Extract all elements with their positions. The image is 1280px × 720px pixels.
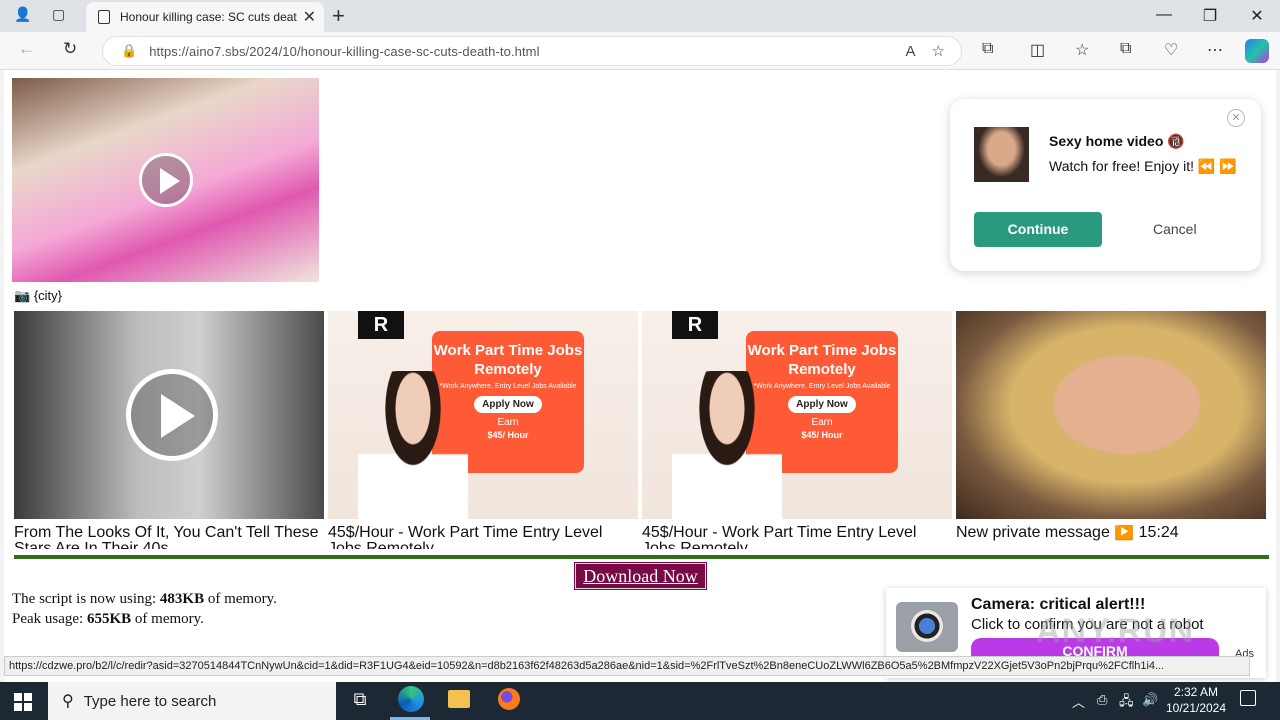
person-image: [672, 371, 782, 519]
split-screen-icon[interactable]: ◫: [1030, 40, 1045, 60]
close-tab-icon[interactable]: ✕: [303, 7, 316, 27]
browser-essentials-icon[interactable]: ♡: [1164, 40, 1178, 60]
ad-image[interactable]: [14, 311, 324, 519]
tab-active[interactable]: Honour killing case: SC cuts deat ✕: [86, 2, 324, 32]
ad-card[interactable]: From The Looks Of It, You Can't Tell The…: [14, 311, 324, 549]
watermark-logo: ANY.RUN: [1036, 612, 1195, 650]
chevron-up-icon[interactable]: ︿: [1072, 692, 1085, 711]
taskbar-search[interactable]: ⚲ Type here to search: [48, 682, 336, 720]
device-icon[interactable]: ⎙: [1097, 692, 1107, 708]
profile-icon[interactable]: 👤: [14, 6, 31, 23]
continue-button[interactable]: Continue: [974, 212, 1102, 247]
favorite-star-icon[interactable]: ☆: [932, 42, 945, 60]
ad-image[interactable]: [956, 311, 1266, 519]
ad-card[interactable]: R Work Part Time Jobs Remotely *Work Any…: [328, 311, 638, 549]
read-aloud-icon[interactable]: A: [906, 43, 916, 60]
search-placeholder[interactable]: Type here to search: [84, 693, 217, 710]
divider: [14, 555, 1269, 559]
ad-card[interactable]: R Work Part Time Jobs Remotely *Work Any…: [642, 311, 952, 549]
camera-icon: [896, 602, 958, 652]
close-icon[interactable]: ✕: [1227, 109, 1245, 127]
firefox-icon[interactable]: [498, 688, 520, 710]
favorites-icon[interactable]: ☆: [1075, 40, 1089, 60]
search-icon: ⚲: [62, 693, 74, 710]
task-view-icon[interactable]: ⧉: [347, 689, 373, 713]
page-viewport: 📷 {city} From The Looks Of It, You Can't…: [4, 70, 1276, 682]
ad-image[interactable]: R Work Part Time Jobs Remotely *Work Any…: [328, 311, 638, 519]
extensions-icon[interactable]: ⧉: [982, 40, 993, 58]
apply-now-button[interactable]: Apply Now: [788, 396, 856, 413]
apply-now-button[interactable]: Apply Now: [474, 396, 542, 413]
play-icon[interactable]: [139, 153, 193, 207]
play-icon[interactable]: [126, 369, 218, 461]
popup-thumbnail: [974, 127, 1029, 182]
cancel-button[interactable]: Cancel: [1153, 221, 1197, 237]
minimize-button[interactable]: —: [1141, 6, 1187, 24]
notification-icon[interactable]: [1240, 690, 1256, 706]
restore-button[interactable]: ❐: [1187, 6, 1233, 26]
popup-subtitle: Watch for free! Enjoy it! ⏪ ⏩: [1049, 158, 1237, 174]
windows-start-icon[interactable]: [14, 693, 32, 711]
ad-image[interactable]: R Work Part Time Jobs Remotely *Work Any…: [642, 311, 952, 519]
file-explorer-icon[interactable]: [448, 690, 470, 708]
tab-title: Honour killing case: SC cuts deat: [120, 10, 297, 24]
collections-icon[interactable]: ⧉: [1120, 40, 1131, 58]
notification-popup: ✕ Sexy home video 🔞 Watch for free! Enjo…: [950, 99, 1261, 271]
peak-usage-line: Peak usage: 655KB of memory.: [12, 611, 204, 627]
page-icon: [98, 10, 110, 24]
memory-usage-line: The script is now using: 483KB of memory…: [12, 591, 277, 607]
download-now-button[interactable]: Download Now: [574, 562, 707, 590]
status-bar-url: https://cdzwe.pro/b2/l/c/redir?asid=3270…: [4, 656, 1250, 676]
taskbar: ⚲ Type here to search ⧉: [0, 682, 1280, 720]
ad-caption[interactable]: From The Looks Of It, You Can't Tell The…: [14, 525, 324, 549]
popup-title: Sexy home video 🔞: [1049, 133, 1185, 149]
video-thumbnail[interactable]: [12, 78, 319, 282]
browser-tab-bar: 👤 ▢ Honour killing case: SC cuts deat ✕ …: [0, 0, 1280, 32]
ad-caption[interactable]: New private message ▶️ 15:24: [956, 525, 1266, 549]
ad-caption[interactable]: 45$/Hour - Work Part Time Entry Level Jo…: [328, 525, 638, 549]
volume-icon[interactable]: 🔊: [1142, 692, 1158, 708]
more-menu-icon[interactable]: ⋯: [1207, 40, 1223, 60]
new-tab-button[interactable]: +: [332, 3, 345, 29]
navigation-bar: ← ↻ 🔒 https://aino7.sbs/2024/10/honour-k…: [0, 32, 1280, 70]
ad-caption[interactable]: 45$/Hour - Work Part Time Entry Level Jo…: [642, 525, 952, 549]
lock-icon[interactable]: 🔒: [121, 43, 137, 59]
edge-icon[interactable]: [398, 686, 424, 712]
close-window-button[interactable]: ✕: [1234, 6, 1280, 26]
person-image: [358, 371, 468, 519]
city-label: 📷 {city}: [14, 288, 62, 303]
copilot-icon[interactable]: [1245, 39, 1269, 63]
system-clock[interactable]: 2:32 AM 10/21/2024: [1160, 684, 1232, 716]
network-icon[interactable]: 🖧: [1119, 692, 1134, 714]
refresh-icon[interactable]: ↻: [63, 39, 77, 59]
back-icon[interactable]: ←: [18, 39, 35, 59]
ad-card[interactable]: New private message ▶️ 15:24: [956, 311, 1266, 549]
brand-logo: R: [358, 311, 404, 339]
url-text[interactable]: https://aino7.sbs/2024/10/honour-killing…: [149, 44, 905, 59]
address-bar[interactable]: 🔒 https://aino7.sbs/2024/10/honour-killi…: [102, 36, 962, 66]
brand-logo: R: [672, 311, 718, 339]
tab-actions-icon[interactable]: ▢: [52, 6, 65, 23]
